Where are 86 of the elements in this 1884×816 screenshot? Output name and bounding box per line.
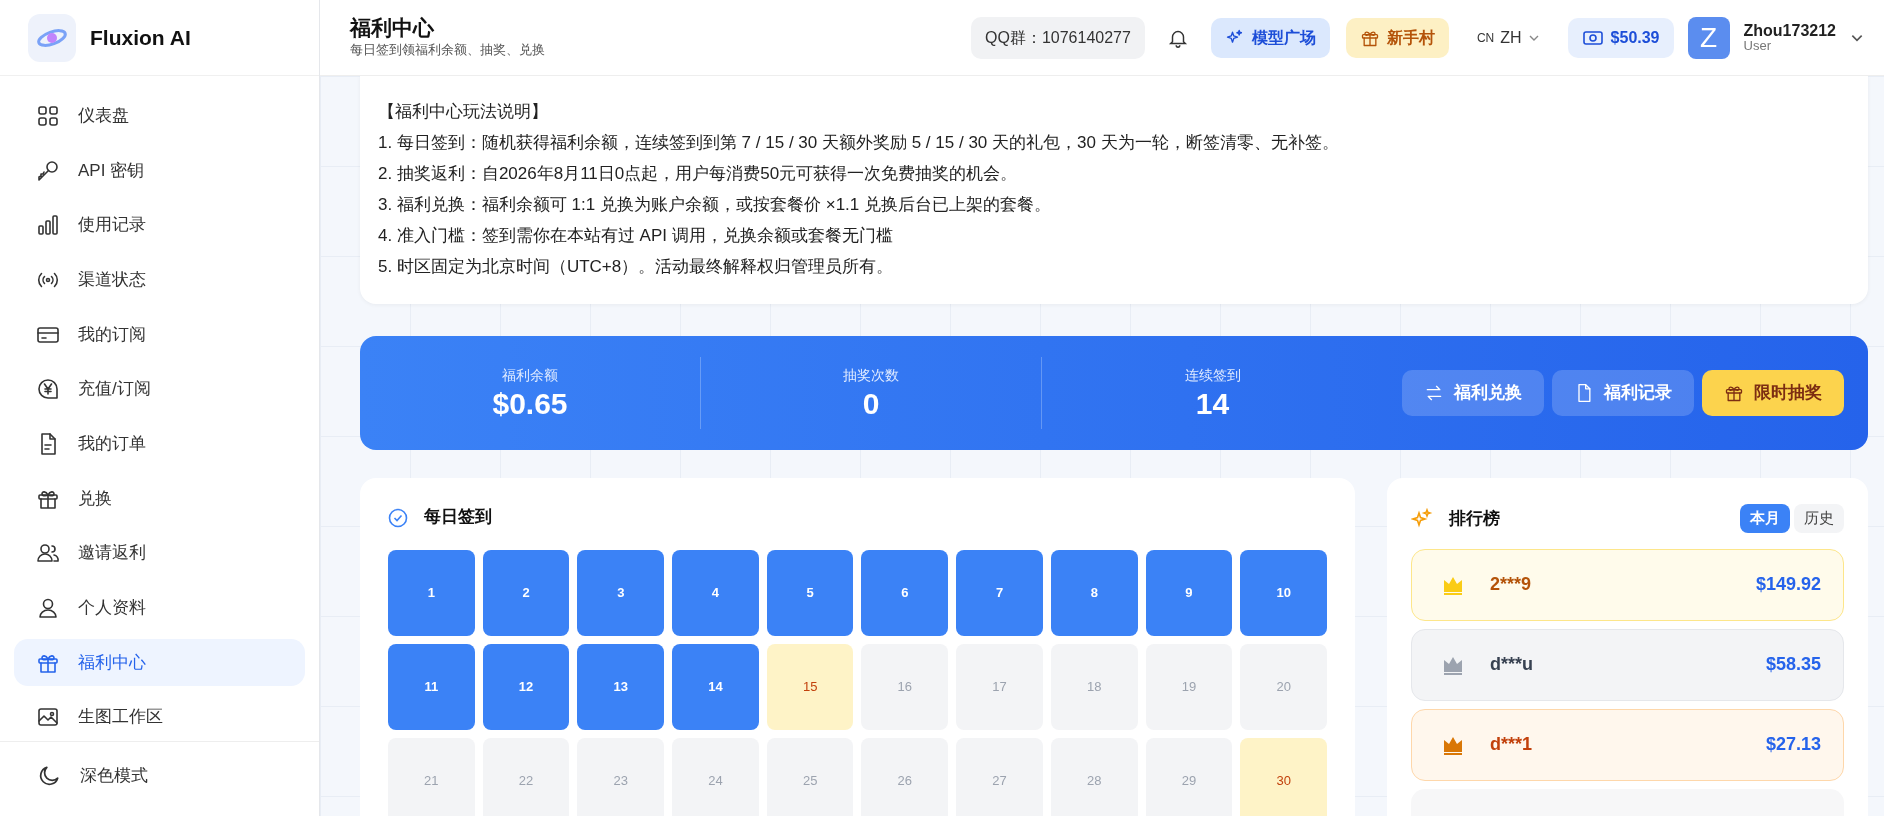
day-tile: 16 <box>861 643 949 730</box>
language-selector[interactable]: CN ZH <box>1470 24 1546 51</box>
stat-value: $0.65 <box>491 385 569 422</box>
exchange-button[interactable]: 福利兑换 <box>1402 370 1544 416</box>
grid-icon <box>36 103 60 128</box>
sidebar-item[interactable]: 邀请返利 <box>14 529 305 578</box>
rule-line: 3. 福利兑换：福利余额可 1:1 兑换为账户余额，或按套餐价 ×1.1 兑换后台已上架的套餐。 <box>378 194 1052 216</box>
checkin-title: 每日签到 <box>424 506 492 528</box>
sidebar-item[interactable]: 兑换 <box>14 474 305 523</box>
day-tile: 14 <box>672 643 759 730</box>
rule-line: 4. 准入门槛：签到需你在本站有过 API 调用，兑换余额或套餐无门槛 <box>378 225 894 247</box>
day-tile: 4 <box>672 549 759 636</box>
leaderboard-amount: $27.13 <box>1765 733 1821 756</box>
records-button[interactable]: 福利记录 <box>1552 370 1694 416</box>
day-tile: 24 <box>672 737 759 816</box>
day-tile: 3 <box>577 549 665 636</box>
day-tile: 6 <box>861 549 949 636</box>
stat-label: 连续签到 <box>1183 365 1242 385</box>
leaderboard-title: 排行榜 <box>1449 507 1501 530</box>
dark-mode-toggle[interactable]: 深色模式 <box>14 752 305 800</box>
logo-icon <box>28 13 76 62</box>
day-tile: 12 <box>482 643 570 730</box>
day-tile: 28 <box>1050 737 1138 816</box>
rules-title: 【福利中心玩法说明】 <box>378 101 549 123</box>
banknote-icon <box>1581 28 1604 47</box>
stat-value: 14 <box>1194 385 1231 422</box>
stat-value: 0 <box>861 385 881 422</box>
day-tile: 13 <box>577 643 665 730</box>
gift-icon <box>1724 383 1744 403</box>
sidebar-item[interactable]: 渠道状态 <box>14 256 305 304</box>
sidebar-item[interactable]: 使用记录 <box>14 201 305 249</box>
balance-button[interactable]: $50.39 <box>1567 17 1674 58</box>
sidebar-item[interactable]: 福利中心 <box>14 638 305 687</box>
period-tab[interactable]: 本月 <box>1740 504 1790 533</box>
day-tile: 9 <box>1145 549 1233 636</box>
day-tile: 22 <box>482 737 570 816</box>
day-tile: 21 <box>388 737 475 816</box>
day-tile: 17 <box>956 643 1043 730</box>
sidebar-item[interactable]: 生图工作区 <box>14 693 305 741</box>
stat-label: 福利余额 <box>501 365 559 385</box>
period-tab[interactable]: 历史 <box>1794 504 1844 533</box>
day-tile: 19 <box>1145 643 1233 730</box>
bar-chart-icon <box>36 213 60 238</box>
day-tile: 30 <box>1240 737 1327 816</box>
leaderboard-user: d***1 <box>1490 733 1534 756</box>
qq-group-label: QQ群：1076140277 <box>971 16 1145 59</box>
day-tile: 1 <box>388 549 475 636</box>
day-tile: 2 <box>482 549 570 636</box>
leaderboard-user: d***u <box>1490 653 1534 676</box>
leaderboard-amount: $149.92 <box>1755 573 1821 596</box>
day-tile: 23 <box>577 737 665 816</box>
leaderboard-user: 2***9 <box>1490 573 1533 596</box>
day-tile: 18 <box>1050 643 1138 730</box>
page-subtitle: 每日签到领福利余额、抽奖、兑换 <box>350 41 546 60</box>
newbie-button[interactable]: 新手村 <box>1345 17 1449 58</box>
rule-line: 5. 时区固定为北京时间（UTC+8）。活动最终解释权归管理员所有。 <box>378 256 895 278</box>
user-role: User <box>1743 39 1772 54</box>
page-title: 福利中心 <box>350 15 435 41</box>
sidebar-item[interactable]: 我的订阅 <box>14 310 305 359</box>
brand-name: Fluxion AI <box>90 24 191 51</box>
lottery-button[interactable]: 限时抽奖 <box>1702 370 1844 416</box>
day-tile: 29 <box>1145 737 1233 816</box>
day-tile: 15 <box>766 643 854 730</box>
day-tile: 25 <box>766 737 854 816</box>
sidebar-item[interactable]: 充值/订阅 <box>14 365 305 414</box>
day-tile: 5 <box>766 549 854 636</box>
day-tile: 11 <box>388 643 475 730</box>
model-plaza-button[interactable]: 模型广场 <box>1210 17 1330 58</box>
sidebar-item[interactable]: API 密钥 <box>14 146 305 195</box>
day-tile: 8 <box>1050 549 1138 636</box>
day-tile: 26 <box>861 737 949 816</box>
sidebar-item[interactable]: 个人资料 <box>14 584 305 632</box>
user-name: Zhou173212 <box>1743 21 1836 40</box>
day-tile: 20 <box>1240 643 1327 730</box>
stat-label: 抽奖次数 <box>842 365 900 385</box>
yen-icon <box>36 377 60 402</box>
day-tile: 10 <box>1240 549 1327 636</box>
rule-line: 2. 抽奖返利：自2026年8月11日0点起，用户每消费50元可获得一次免费抽奖的机会。 <box>378 163 1019 185</box>
rule-line: 1. 每日签到：随机获得福利余额，连续签到到第 7 / 15 / 30 天额外奖励 5 / 15 / 30 天的礼包，30 天为一轮，断签清零、无补签。 <box>378 132 1340 154</box>
day-tile: 27 <box>956 737 1043 816</box>
key-icon <box>36 158 60 183</box>
leaderboard-amount: $58.35 <box>1765 653 1821 676</box>
sidebar-item[interactable]: 我的订单 <box>14 420 305 468</box>
day-tile: 7 <box>956 549 1043 636</box>
sidebar-item[interactable]: 仪表盘 <box>14 92 305 140</box>
swap-arrows-icon <box>1424 383 1444 403</box>
